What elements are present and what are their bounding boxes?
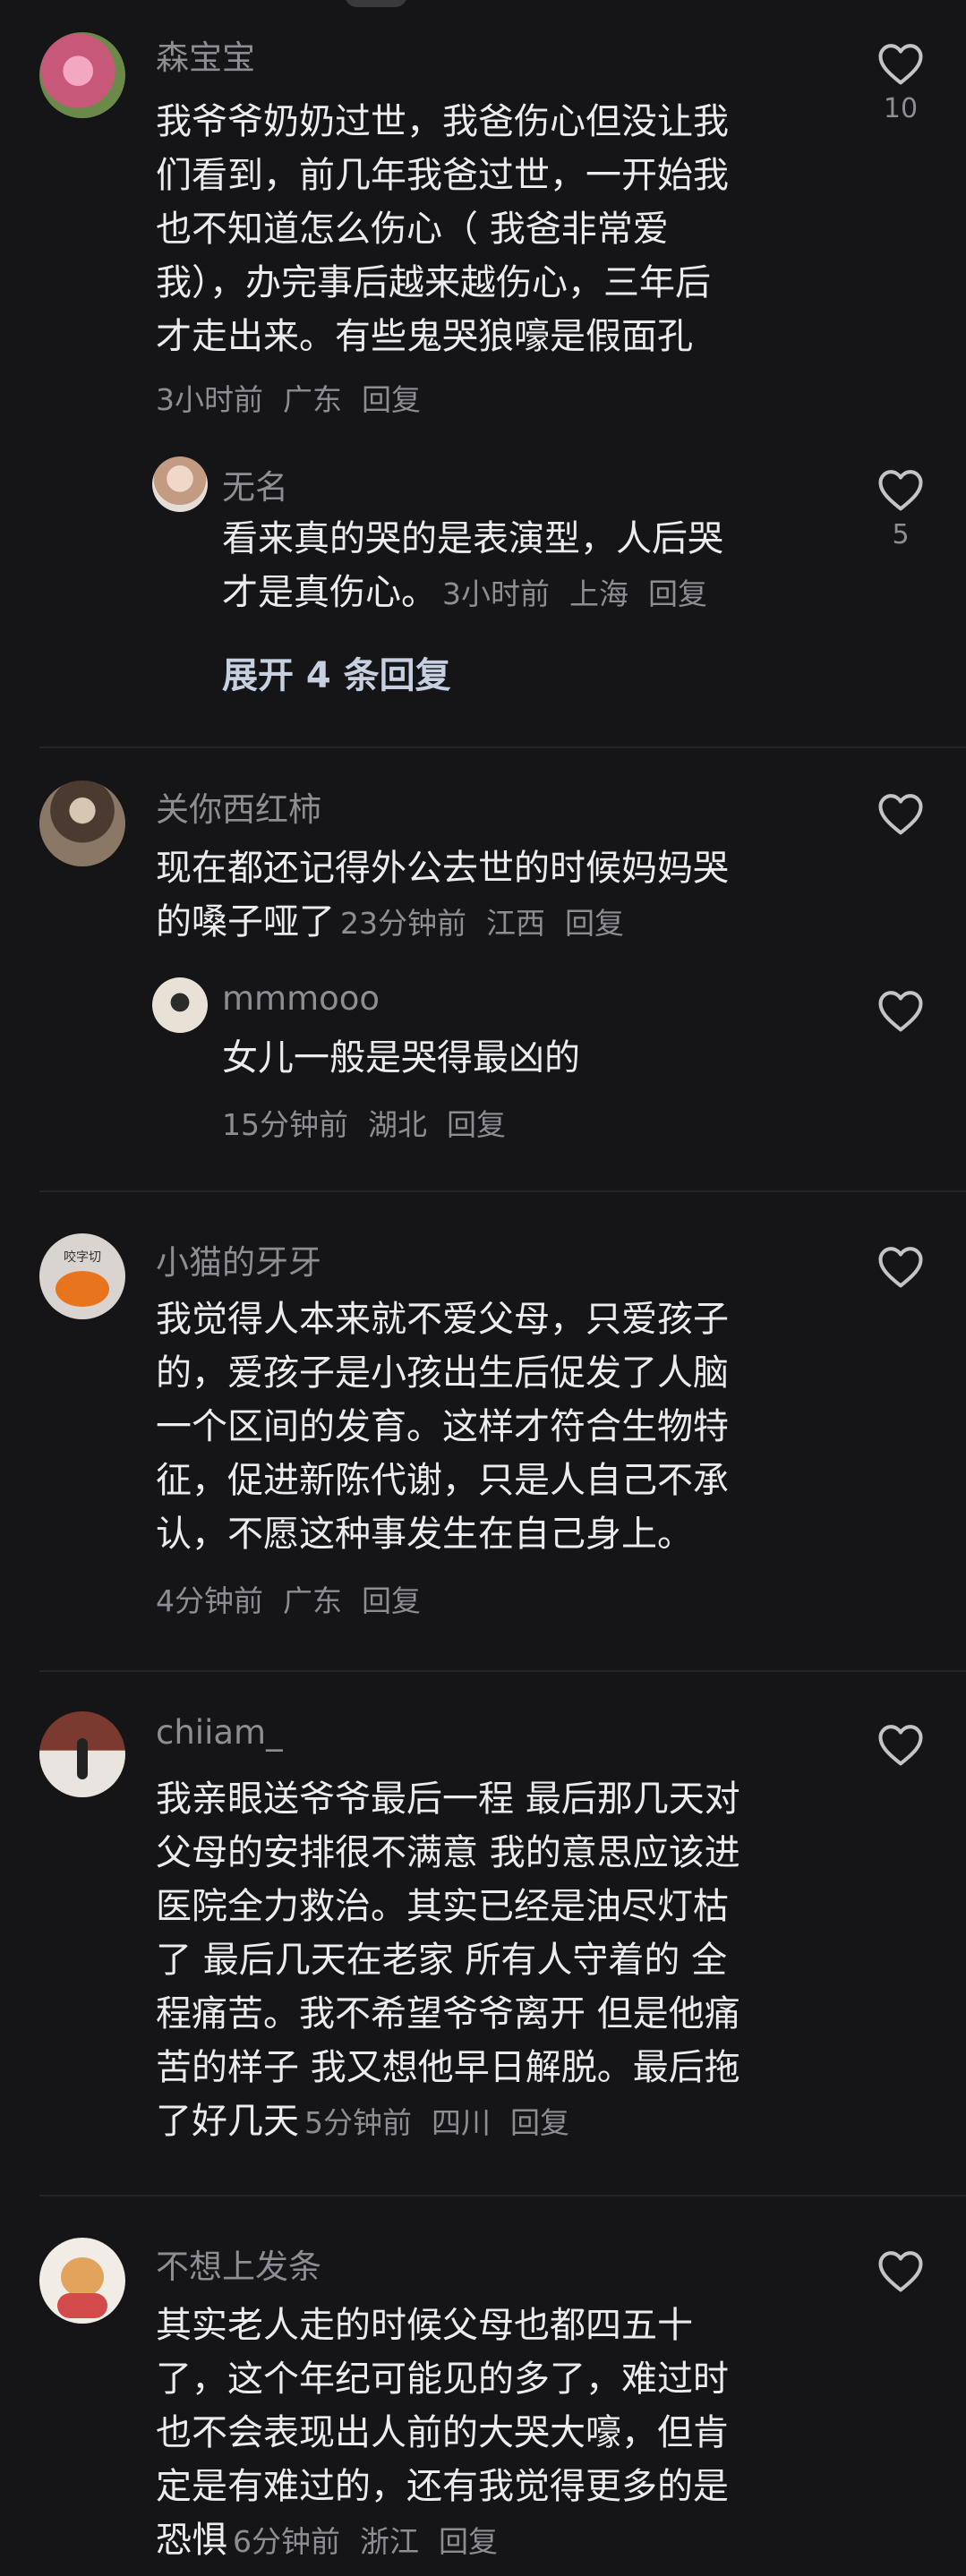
comment-location: 四川 [432, 2105, 491, 2140]
avatar[interactable] [39, 2238, 125, 2324]
reply-meta: 15分钟前 湖北 回复 [222, 1101, 526, 1144]
comment-text: 我亲眼送爷爷最后一程 最后那几天对 父母的安排很不满意 我的意思应该进 医院全力… [156, 1778, 740, 2142]
reply-button[interactable]: 回复 [447, 1107, 506, 1142]
avatar[interactable] [152, 456, 208, 512]
comment-username[interactable]: chiiam_ [156, 1713, 283, 1752]
reply-button[interactable]: 回复 [362, 1583, 421, 1618]
like-button[interactable]: 10 [869, 41, 932, 124]
comment-location: 浙江 [360, 2524, 419, 2559]
like-count: 5 [892, 519, 910, 550]
avatar[interactable] [39, 32, 125, 118]
divider [39, 2195, 966, 2196]
reply-time: 15分钟前 [222, 1107, 348, 1142]
heart-outline-icon [878, 1725, 923, 1766]
comment-text: 我觉得人本来就不爱父母，只爱孩子 的，爱孩子是小孩出生后促发了人脑 一个区间的发… [156, 1299, 729, 1555]
heart-outline-icon [878, 794, 923, 835]
like-button[interactable] [869, 2248, 932, 2293]
person-figure [77, 1738, 88, 1779]
comment-time: 4分钟前 [156, 1583, 263, 1618]
comment-text: 其实老人走的时候父母也都四五十 了，这个年纪可能见的多了，难过时 也不会表现出人… [156, 2305, 729, 2561]
comment-username[interactable]: 森宝宝 [156, 30, 255, 79]
comment-text: 我爷爷奶奶过世，我爸伤心但没让我 们看到，前几年我爸过世，一开始我 也不知道怎么… [156, 101, 729, 357]
reply-button[interactable]: 回复 [362, 382, 421, 417]
heart-outline-icon [878, 2251, 923, 2292]
reply-button[interactable]: 回复 [439, 2524, 498, 2559]
reply-time: 3小时前 [442, 576, 550, 611]
comment-location: 广东 [283, 1583, 342, 1618]
divider [39, 746, 966, 748]
reply-location: 湖北 [368, 1107, 427, 1142]
reply-button[interactable]: 回复 [648, 576, 707, 611]
comment-location: 江西 [486, 906, 545, 941]
avatar[interactable] [39, 1711, 125, 1797]
like-button[interactable] [869, 988, 932, 1033]
divider [39, 1190, 966, 1192]
avatar-caption: 咬字切 [64, 1250, 101, 1265]
reply-button[interactable]: 回复 [510, 2105, 569, 2140]
avatar[interactable]: 咬字切 [39, 1233, 125, 1319]
comment-username[interactable]: 关你西红柿 [156, 782, 321, 831]
heart-outline-icon [878, 991, 923, 1032]
reply-location: 上海 [569, 576, 628, 611]
comment-username[interactable]: 小猫的牙牙 [156, 1235, 321, 1284]
reply-username[interactable]: mmmooo [222, 979, 380, 1018]
avatar[interactable] [152, 977, 208, 1033]
heart-outline-icon [878, 470, 923, 511]
reply-text: 看来真的哭的是表演型，人后哭 才是真伤心。 3小时前 上海 回复 [222, 518, 723, 613]
like-button[interactable]: 5 [869, 467, 932, 550]
comment-meta: 4分钟前 广东 回复 [156, 1577, 440, 1620]
pumpkin-icon [56, 1271, 109, 1307]
comment-location: 广东 [283, 382, 342, 417]
cat-face [61, 2257, 104, 2297]
like-button[interactable] [869, 1722, 932, 1767]
reply-username[interactable]: 无名 [222, 460, 288, 508]
like-button[interactable] [869, 791, 932, 836]
divider [39, 1670, 966, 1672]
comment-username[interactable]: 不想上发条 [156, 2239, 321, 2288]
comment-text: 现在都还记得外公去世的时候妈妈哭 的嗓子哑了 23分钟前 江西 回复 [156, 848, 729, 943]
reply-button[interactable]: 回复 [565, 906, 624, 941]
comment-time: 6分钟前 [233, 2524, 340, 2559]
top-avatar-fragment [345, 0, 407, 7]
comment-time: 3小时前 [156, 382, 263, 417]
comment-meta: 3小时前 广东 回复 [156, 376, 440, 419]
comment-time: 23分钟前 [340, 906, 466, 941]
avatar[interactable] [39, 780, 125, 866]
reply-text: 女儿一般是哭得最凶的 [222, 1037, 580, 1079]
comment-time: 5分钟前 [304, 2105, 412, 2140]
cat-body [57, 2293, 107, 2318]
heart-outline-icon [878, 44, 923, 85]
heart-outline-icon [878, 1247, 923, 1288]
like-count: 10 [883, 93, 919, 124]
like-button[interactable] [869, 1244, 932, 1289]
expand-replies-button[interactable]: 展开 4 条回复 [222, 646, 451, 698]
